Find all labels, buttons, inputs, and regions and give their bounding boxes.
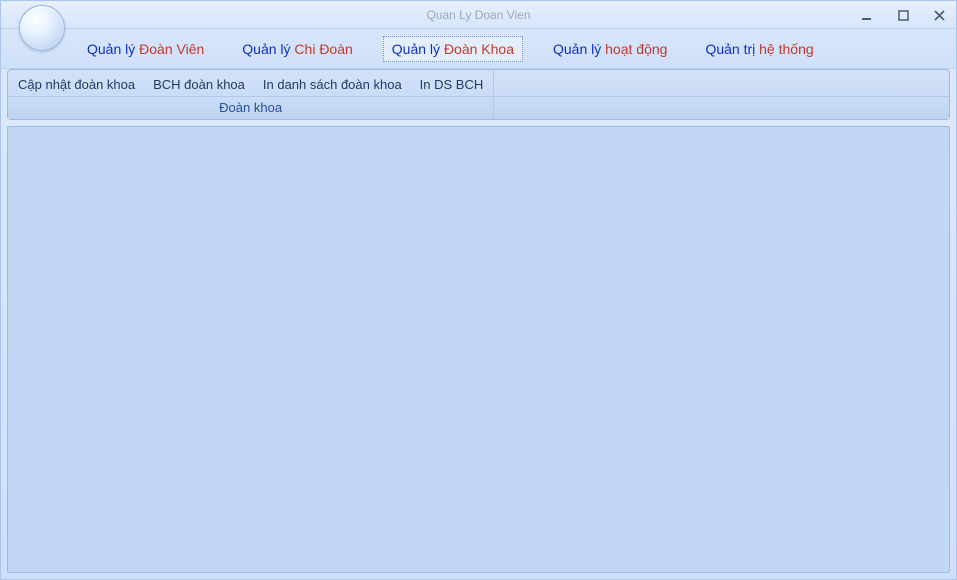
ribbon-group-label: Đoàn khoa [8, 96, 493, 119]
ribbon-btn-bch-doan-khoa[interactable]: BCH đoàn khoa [149, 75, 249, 94]
ribbon-group-empty [494, 70, 949, 119]
menu-doan-vien[interactable]: Quản lý Đoàn Viên [79, 37, 212, 61]
ribbon-btn-in-danh-sach-doan-khoa[interactable]: In danh sách đoàn khoa [259, 75, 406, 94]
ribbon-btn-cap-nhat-doan-khoa[interactable]: Cập nhật đoàn khoa [14, 75, 139, 94]
app-window: Quan Ly Doan Vien Quản lý Đoàn Viên Quản… [0, 0, 957, 580]
window-title: Quan Ly Doan Vien [426, 8, 530, 22]
ribbon-container: Cập nhật đoàn khoa BCH đoàn khoa In danh… [1, 69, 956, 126]
menu-he-thong[interactable]: Quản trị hệ thống [697, 37, 821, 61]
menu-hoat-dong[interactable]: Quản lý hoạt động [545, 37, 675, 61]
window-controls [858, 1, 948, 29]
ribbon-items: Cập nhật đoàn khoa BCH đoàn khoa In danh… [8, 70, 493, 96]
ribbon: Cập nhật đoàn khoa BCH đoàn khoa In danh… [7, 69, 950, 120]
ribbon-group-doan-khoa: Cập nhật đoàn khoa BCH đoàn khoa In danh… [8, 70, 494, 119]
menu-doan-khoa[interactable]: Quản lý Đoàn Khoa [383, 36, 523, 62]
main-menubar: Quản lý Đoàn Viên Quản lý Chi Đoàn Quản … [1, 29, 956, 69]
ribbon-btn-in-ds-bch[interactable]: In DS BCH [416, 75, 488, 94]
titlebar: Quan Ly Doan Vien [1, 1, 956, 29]
close-button[interactable] [930, 6, 948, 24]
content-container [1, 126, 956, 579]
app-orb-icon[interactable] [19, 5, 65, 51]
minimize-button[interactable] [858, 6, 876, 24]
menu-chi-doan[interactable]: Quản lý Chi Đoàn [234, 37, 361, 61]
content-area [7, 126, 950, 573]
maximize-button[interactable] [894, 6, 912, 24]
